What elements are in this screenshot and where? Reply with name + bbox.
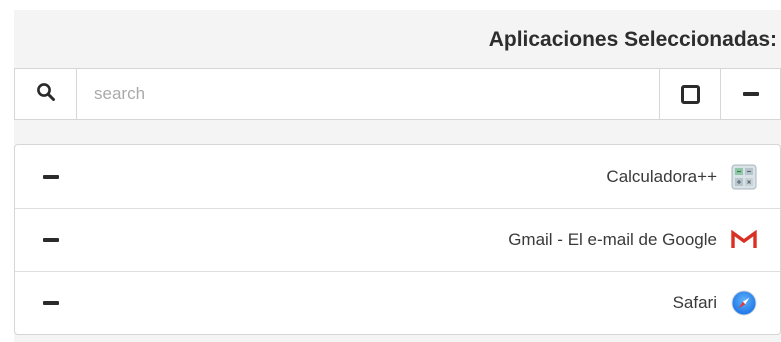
search-button[interactable] — [15, 69, 77, 119]
minus-icon — [43, 301, 59, 305]
minus-icon — [742, 92, 759, 96]
calculator-icon — [730, 163, 758, 191]
search-input[interactable] — [77, 69, 659, 119]
selected-apps-list: Calculadora++ Gmail - El e-mail de Googl… — [14, 144, 781, 335]
remove-all-button[interactable] — [720, 69, 780, 119]
app-name: Gmail - El e-mail de Google — [508, 230, 717, 249]
safari-compass-icon — [730, 289, 758, 317]
selected-apps-panel: Aplicaciones Seleccionadas: Calculadora+… — [14, 10, 781, 342]
square-icon — [680, 84, 700, 104]
minus-icon — [43, 238, 59, 242]
list-item-calculadora: Calculadora++ — [15, 145, 780, 208]
panel-title: Aplicaciones Seleccionadas: — [488, 28, 777, 51]
gmail-icon — [730, 226, 758, 254]
select-all-button[interactable] — [659, 69, 720, 119]
app-name: Safari — [672, 293, 717, 312]
app-name: Calculadora++ — [606, 166, 717, 186]
remove-app-button[interactable] — [33, 209, 69, 271]
search-icon — [36, 82, 56, 107]
remove-app-button[interactable] — [33, 145, 69, 208]
list-item-gmail: Gmail - El e-mail de Google — [15, 208, 780, 271]
list-item-safari: Safari — [15, 271, 780, 334]
search-bar — [14, 68, 781, 120]
minus-icon — [43, 174, 59, 179]
remove-app-button[interactable] — [33, 272, 69, 334]
